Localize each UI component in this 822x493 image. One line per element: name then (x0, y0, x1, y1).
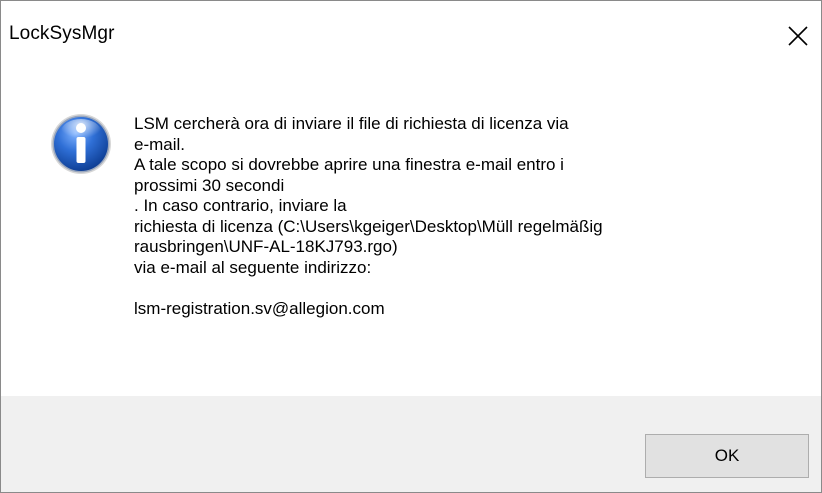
message-line-4: prossimi 30 secondi (134, 175, 285, 195)
message-line-2: e-mail. (134, 134, 186, 154)
message-dialog: LockSysMgr LSM cercherà ora di inviare i… (0, 0, 822, 493)
button-bar: OK (1, 396, 821, 492)
message-line-3: A tale scopo si dovrebbe aprire una fine… (134, 155, 564, 174)
email-address: lsm-registration.sv@allegion.com (134, 298, 385, 318)
dialog-content: LSM cercherà ora di inviare il file di r… (1, 79, 821, 393)
ok-button[interactable]: OK (645, 434, 809, 478)
title-bar: LockSysMgr (1, 1, 821, 79)
message-line-6: richiesta di licenza (C:\Users\kgeiger\D… (134, 216, 603, 236)
message-line-9 (134, 278, 804, 299)
info-icon (51, 114, 111, 174)
message-line-5: . In caso contrario, inviare la (134, 196, 347, 215)
window-title: LockSysMgr (9, 23, 115, 44)
close-button[interactable] (775, 1, 821, 71)
message-line-7: rausbringen\UNF-AL-18KJ793.rgo) (134, 237, 398, 256)
close-icon (788, 26, 808, 46)
message-line-8: via e-mail al seguente indirizzo: (134, 257, 372, 277)
message-text: LSM cercherà ora di inviare il file di r… (134, 114, 804, 319)
message-line-1: LSM cercherà ora di inviare il file di r… (134, 114, 569, 133)
